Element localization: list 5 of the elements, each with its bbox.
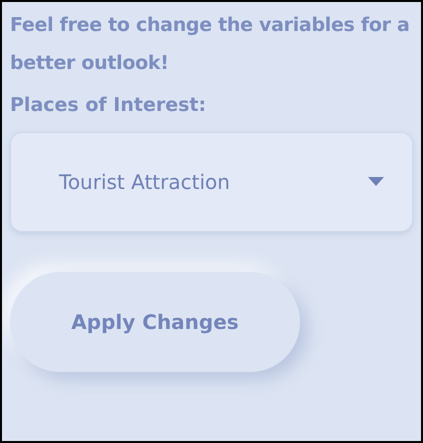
caret-icon [368, 177, 384, 187]
places-label: Places of Interest: [10, 94, 208, 116]
apply-changes-button[interactable]: Apply Changes [10, 272, 300, 372]
places-dropdown[interactable]: Tourist Attraction [10, 132, 413, 232]
intro-text: Feel free to change the variables for a better outlook! [10, 13, 410, 76]
